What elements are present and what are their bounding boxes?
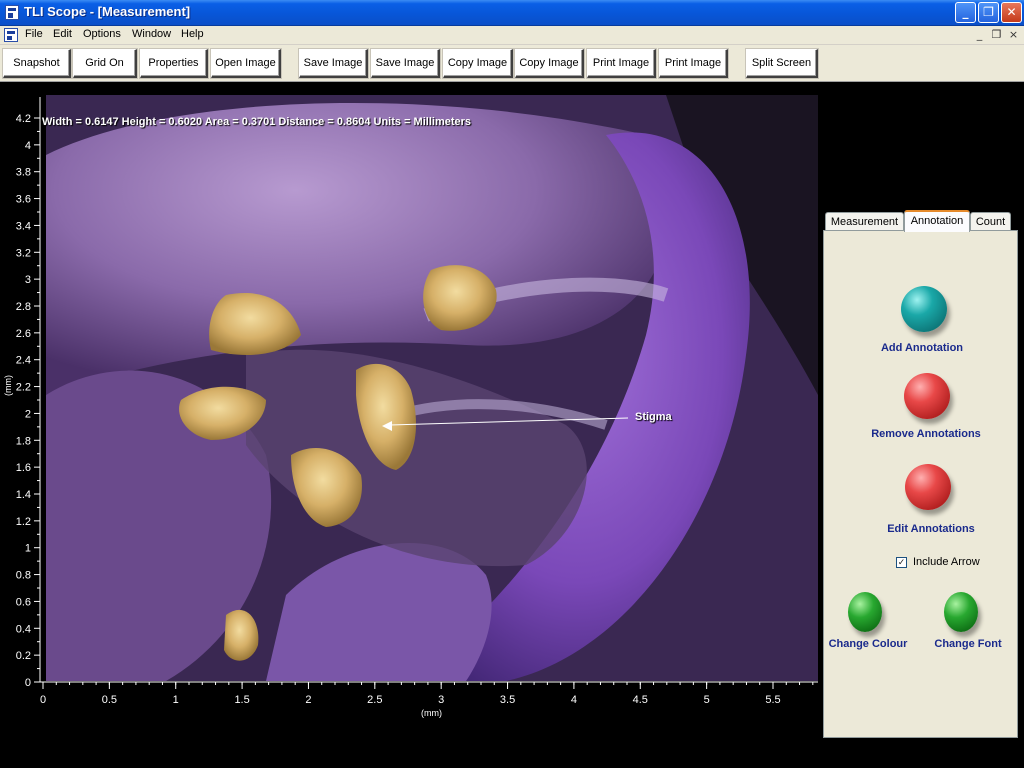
copy-image-button-1[interactable]: Copy Image	[443, 49, 513, 78]
panel-header-area	[822, 82, 1024, 212]
copy-image-button-2[interactable]: Copy Image	[515, 49, 584, 78]
x-tick-label: 3	[438, 694, 444, 706]
properties-button[interactable]: Properties	[140, 49, 208, 78]
x-tick-label: 1.5	[234, 694, 249, 706]
restore-icon[interactable]: ❐	[978, 2, 999, 23]
tab-count[interactable]: Count	[970, 212, 1011, 232]
y-tick-label: 2.6	[16, 328, 31, 340]
y-tick-label: 3.4	[16, 220, 31, 232]
menu-file[interactable]: File	[25, 28, 43, 40]
print-image-button-1[interactable]: Print Image	[587, 49, 656, 78]
y-tick-label: 0.8	[16, 570, 31, 582]
x-tick-label: 4.5	[633, 694, 648, 706]
snapshot-button[interactable]: Snapshot	[3, 49, 71, 78]
tab-measurement[interactable]: Measurement	[825, 212, 904, 232]
y-tick-label: 2.8	[16, 301, 31, 313]
close-icon[interactable]: ✕	[1001, 2, 1022, 23]
save-image-button-1[interactable]: Save Image	[299, 49, 368, 78]
y-tick-label: 0.4	[16, 623, 31, 635]
y-tick-label: 2	[25, 408, 31, 420]
y-tick-label: 0	[25, 677, 31, 689]
include-arrow-label[interactable]: Include Arrow	[913, 556, 980, 568]
x-tick-label: 0.5	[102, 694, 117, 706]
y-tick-label: 1.6	[16, 462, 31, 474]
menu-window[interactable]: Window	[132, 28, 171, 40]
change-font-button[interactable]	[944, 592, 978, 632]
add-annotation-button[interactable]	[901, 286, 947, 332]
mdi-close-icon[interactable]: ×	[1006, 28, 1021, 42]
mdi-minimize-icon[interactable]: _	[972, 28, 987, 42]
panel-footer-area	[822, 740, 1024, 768]
remove-annotations-label[interactable]: Remove Annotations	[862, 428, 990, 440]
print-image-button-2[interactable]: Print Image	[659, 49, 728, 78]
x-tick-label: 2.5	[367, 694, 382, 706]
title-bar[interactable]: TLI Scope - [Measurement] _ ❐ ✕	[0, 0, 1024, 26]
y-tick-label: 1.2	[16, 516, 31, 528]
change-colour-label[interactable]: Change Colour	[824, 638, 912, 650]
app-icon[interactable]	[5, 5, 19, 20]
y-tick-label: 3.8	[16, 167, 31, 179]
window-title: TLI Scope - [Measurement]	[24, 4, 191, 19]
measurement-readout: Width = 0.6147 Height = 0.6020 Area = 0.…	[42, 116, 472, 128]
y-tick-label: 1	[25, 543, 31, 555]
menu-help[interactable]: Help	[181, 28, 204, 40]
x-tick-label: 4	[571, 694, 577, 706]
annotation-label[interactable]: Stigma	[635, 411, 672, 423]
y-tick-label: 2.2	[16, 382, 31, 394]
save-image-button-2[interactable]: Save Image	[371, 49, 440, 78]
grid-on-button[interactable]: Grid On	[73, 49, 137, 78]
mdi-restore-icon[interactable]: ❐	[989, 28, 1004, 42]
x-tick-label: 5.5	[765, 694, 780, 706]
menu-bar: File Edit Options Window Help _ ❐ ×	[0, 26, 1024, 45]
y-axis-unit-label: (mm)	[3, 375, 13, 396]
x-tick-label: 3.5	[500, 694, 515, 706]
y-tick-label: 4	[25, 140, 31, 152]
menu-options[interactable]: Options	[83, 28, 121, 40]
y-tick-label: 3	[25, 274, 31, 286]
edit-annotations-button[interactable]	[905, 464, 951, 510]
x-tick-label: 5	[704, 694, 710, 706]
x-tick-label: 0	[40, 694, 46, 706]
include-arrow-checkbox[interactable]: ✓	[896, 557, 907, 568]
split-screen-button[interactable]: Split Screen	[746, 49, 818, 78]
x-tick-label: 2	[305, 694, 311, 706]
annotation-arrow-line	[389, 417, 629, 426]
toolbar: Snapshot Grid On Properties Open Image S…	[0, 45, 1024, 82]
y-tick-label: 0.2	[16, 650, 31, 662]
y-tick-label: 1.8	[16, 435, 31, 447]
y-tick-label: 2.4	[16, 355, 31, 367]
minimize-icon[interactable]: _	[955, 2, 976, 23]
axis-overlay: 0 0.2 0.4 0.6 0.8 1 1.2 1.4 1.6 1.8 2 2.2 2.4 2.6 2.8 3…	[16, 97, 818, 706]
y-tick-label: 1.4	[16, 489, 31, 501]
edit-annotations-label[interactable]: Edit Annotations	[872, 523, 990, 535]
change-colour-button[interactable]	[848, 592, 882, 632]
change-font-label[interactable]: Change Font	[926, 638, 1010, 650]
x-axis-unit-label: (mm)	[421, 708, 442, 718]
x-tick-label: 1	[173, 694, 179, 706]
add-annotation-label[interactable]: Add Annotation	[866, 342, 978, 354]
menu-edit[interactable]: Edit	[53, 28, 72, 40]
document-icon[interactable]	[4, 28, 18, 42]
remove-annotations-button[interactable]	[904, 373, 950, 419]
open-image-button[interactable]: Open Image	[211, 49, 281, 78]
annotation-arrow-head	[382, 421, 392, 431]
tab-annotation[interactable]: Annotation	[904, 210, 970, 232]
y-tick-label: 0.6	[16, 596, 31, 608]
y-tick-label: 3.2	[16, 247, 31, 259]
y-tick-label: 4.2	[16, 113, 31, 125]
y-tick-label: 3.6	[16, 194, 31, 206]
